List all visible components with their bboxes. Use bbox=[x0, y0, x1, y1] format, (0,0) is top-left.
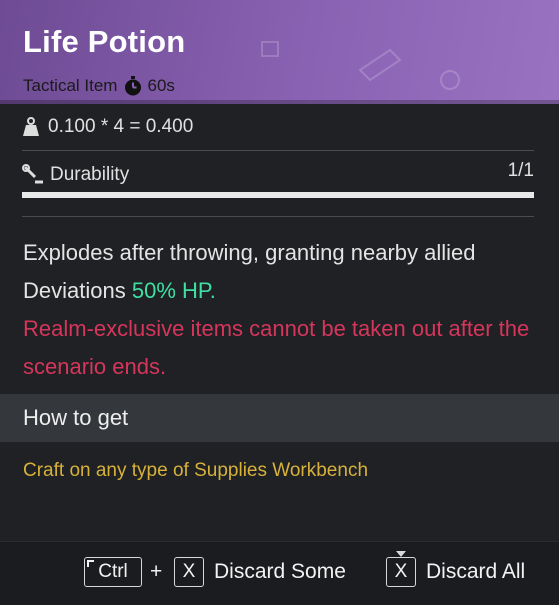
description-text: Explodes after throwing, granting nearby… bbox=[23, 240, 476, 303]
durability-bar bbox=[22, 192, 534, 198]
acquisition-source: Craft on any type of Supplies Workbench bbox=[23, 460, 369, 481]
durability-label: Durability bbox=[50, 164, 130, 185]
decorative-pattern-icon bbox=[261, 41, 460, 90]
durability-bar-fill bbox=[22, 192, 534, 198]
item-title: Life Potion bbox=[23, 24, 186, 59]
item-description: Explodes after throwing, granting nearby… bbox=[23, 234, 543, 386]
discard-all-button[interactable]: Discard All bbox=[426, 560, 525, 584]
plus-sign: + bbox=[150, 560, 163, 583]
divider bbox=[22, 150, 534, 151]
x-key-hint: X bbox=[174, 557, 204, 587]
stopwatch-icon bbox=[123, 76, 143, 96]
ctrl-key-hint: Ctrl bbox=[84, 557, 142, 587]
how-to-get-header: How to get bbox=[0, 394, 559, 442]
divider bbox=[22, 216, 534, 217]
durability-row: Durability 1/1 bbox=[22, 160, 534, 186]
item-header: Life Potion Tactical Item 60s bbox=[0, 0, 559, 104]
item-category: Tactical Item bbox=[23, 76, 118, 95]
wrench-icon bbox=[22, 164, 44, 186]
weight-formula: 0.100 * 4 = 0.400 bbox=[48, 116, 194, 137]
weight-row: 0.100 * 4 = 0.400 bbox=[22, 116, 193, 138]
description-highlight: 50% HP. bbox=[131, 278, 216, 303]
durability-value: 1/1 bbox=[507, 160, 534, 181]
item-subtitle: Tactical Item 60s bbox=[23, 76, 175, 96]
how-to-get-title: How to get bbox=[23, 405, 129, 430]
weight-icon bbox=[22, 117, 40, 137]
discard-some-button[interactable]: Discard Some bbox=[214, 560, 346, 584]
description-warning: Realm-exclusive items cannot be taken ou… bbox=[23, 316, 530, 379]
x-key-hold-hint: X bbox=[386, 551, 416, 587]
item-cooldown: 60s bbox=[147, 76, 175, 95]
